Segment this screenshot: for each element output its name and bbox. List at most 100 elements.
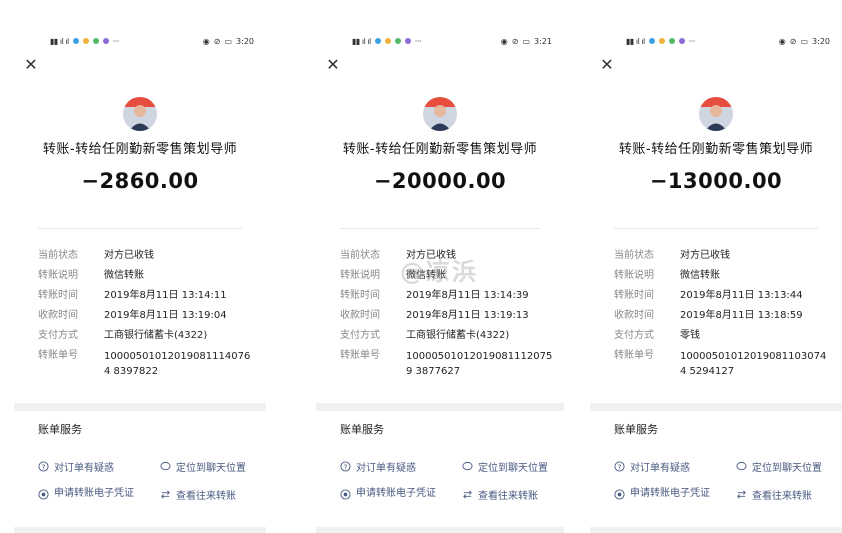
transfer-time-row: 转账时间 2019年8月11日 13:14:39 xyxy=(340,286,554,306)
chat-bubble-icon xyxy=(736,461,747,471)
app-icon xyxy=(658,38,665,44)
transfer-receipt-panel: ▮▮ ıl ıl ··· ◉ ⊘ ▭ 3:21 ✕ 转账-转给任刚勤新零售策划导… xyxy=(316,0,564,533)
transfer-history-link[interactable]: 查看往来转账 xyxy=(736,487,812,502)
transfer-history-link[interactable]: 查看往来转账 xyxy=(160,487,236,502)
note-label: 转账说明 xyxy=(38,270,78,281)
note-value: 微信转账 xyxy=(680,270,720,281)
more-icon: ··· xyxy=(688,36,696,46)
voucher-icon xyxy=(340,489,351,500)
order-inquiry-link[interactable]: ? 对订单有疑惑 xyxy=(340,459,416,474)
divider xyxy=(614,228,818,229)
transfer-id-row: 转账单号 100005010120190811120759 3877627 xyxy=(340,346,554,379)
detail-list: 当前状态 对方已收钱 转账说明 微信转账 转账时间 2019年8月11日 13:… xyxy=(38,246,256,379)
detail-list: 当前状态 对方已收钱 转账说明 微信转账 转账时间 2019年8月11日 13:… xyxy=(340,246,554,379)
transfer-time-row: 转账时间 2019年8月11日 13:13:44 xyxy=(614,286,832,306)
locate-chat-link[interactable]: 定位到聊天位置 xyxy=(160,459,246,474)
app-icon xyxy=(668,38,675,44)
status-row: 当前状态 对方已收钱 xyxy=(340,246,554,266)
transfer-history-link[interactable]: 查看往来转账 xyxy=(462,487,538,502)
receive-time-value: 2019年8月11日 13:19:04 xyxy=(104,310,227,321)
receive-time-label: 收款时间 xyxy=(340,310,380,321)
e-voucher-link[interactable]: 申请转账电子凭证 xyxy=(340,487,450,501)
eye-icon: ◉ xyxy=(778,36,786,46)
app-icon xyxy=(102,38,109,44)
status-icons-right: ◉ ⊘ ▭ 3:21 xyxy=(501,37,552,46)
mute-icon: ⊘ xyxy=(213,36,221,46)
transfer-title: 转账-转给任刚勤新零售策划导师 xyxy=(618,142,814,157)
e-voucher-label: 申请转账电子凭证 xyxy=(630,488,710,499)
clock: 3:20 xyxy=(236,36,254,46)
section-separator xyxy=(590,403,842,411)
locate-chat-link[interactable]: 定位到聊天位置 xyxy=(736,459,822,474)
transfer-id-row: 转账单号 100005010120190811140764 8397822 xyxy=(38,346,256,379)
receive-time-label: 收款时间 xyxy=(38,310,78,321)
divider xyxy=(340,228,540,229)
transfer-receipt-panel: ▮▮ ıl ıl ··· ◉ ⊘ ▭ 3:20 ✕ 转账-转给任刚勤新零售策划导… xyxy=(14,0,266,533)
transfer-receipt-panel: ▮▮ ıl ıl ··· ◉ ⊘ ▭ 3:20 ✕ 转账-转给任刚勤新零售策划导… xyxy=(590,0,842,533)
more-icon: ··· xyxy=(414,36,422,46)
swap-arrows-icon xyxy=(737,490,746,499)
payment-method-value: 工商银行储蓄卡(4322) xyxy=(406,330,510,341)
payment-method-row: 支付方式 工商银行储蓄卡(4322) xyxy=(38,326,256,346)
status-value: 对方已收钱 xyxy=(104,250,154,261)
bottom-separator xyxy=(14,527,266,533)
app-icon xyxy=(374,38,381,44)
signal-icon: ▮▮ ıl ıl xyxy=(352,36,371,46)
transfer-id-value: 100005010120190811140764 8397822 xyxy=(104,351,251,377)
status-bar: ▮▮ ıl ıl ··· ◉ ⊘ ▭ 3:20 xyxy=(626,35,830,47)
status-label: 当前状态 xyxy=(340,250,380,261)
e-voucher-label: 申请转账电子凭证 xyxy=(54,488,134,499)
transfer-history-label: 查看往来转账 xyxy=(176,491,236,502)
close-icon[interactable]: ✕ xyxy=(600,57,614,73)
receive-time-row: 收款时间 2019年8月11日 13:19:04 xyxy=(38,306,256,326)
transfer-amount: −13000.00 xyxy=(649,169,783,193)
eye-icon: ◉ xyxy=(500,36,508,46)
app-icon xyxy=(82,38,89,44)
divider xyxy=(38,228,242,229)
note-label: 转账说明 xyxy=(614,270,654,281)
app-icon xyxy=(92,38,99,44)
svg-text:?: ? xyxy=(42,462,46,471)
e-voucher-link[interactable]: 申请转账电子凭证 xyxy=(38,487,148,501)
more-icon: ··· xyxy=(112,36,120,46)
status-bar: ▮▮ ıl ıl ··· ◉ ⊘ ▭ 3:20 xyxy=(50,35,254,47)
transfer-time-value: 2019年8月11日 13:14:11 xyxy=(104,290,227,301)
payment-method-label: 支付方式 xyxy=(614,330,654,341)
services-title: 账单服务 xyxy=(38,423,82,436)
transfer-id-row: 转账单号 100005010120190811030744 5294127 xyxy=(614,346,832,379)
transfer-title: 转账-转给任刚勤新零售策划导师 xyxy=(42,142,238,157)
app-icon xyxy=(648,38,655,44)
order-inquiry-link[interactable]: ? 对订单有疑惑 xyxy=(38,459,114,474)
section-separator xyxy=(14,403,266,411)
mute-icon: ⊘ xyxy=(789,36,797,46)
detail-list: 当前状态 对方已收钱 转账说明 微信转账 转账时间 2019年8月11日 13:… xyxy=(614,246,832,379)
transfer-amount: −2860.00 xyxy=(81,169,199,193)
question-icon: ? xyxy=(340,461,351,472)
transfer-time-value: 2019年8月11日 13:13:44 xyxy=(680,290,803,301)
status-value: 对方已收钱 xyxy=(406,250,456,261)
payment-method-label: 支付方式 xyxy=(340,330,380,341)
chat-bubble-icon xyxy=(462,461,473,471)
status-value: 对方已收钱 xyxy=(680,250,730,261)
close-icon[interactable]: ✕ xyxy=(326,57,340,73)
note-label: 转账说明 xyxy=(340,270,380,281)
locate-chat-link[interactable]: 定位到聊天位置 xyxy=(462,459,548,474)
e-voucher-label: 申请转账电子凭证 xyxy=(356,488,436,499)
payment-method-value: 零钱 xyxy=(680,330,700,341)
avatar xyxy=(123,97,157,131)
status-icons-right: ◉ ⊘ ▭ 3:20 xyxy=(203,37,254,46)
receive-time-row: 收款时间 2019年8月11日 13:18:59 xyxy=(614,306,832,326)
close-icon[interactable]: ✕ xyxy=(24,57,38,73)
avatar xyxy=(699,97,733,131)
signal-icon: ▮▮ ıl ıl xyxy=(626,36,645,46)
battery-icon: ▭ xyxy=(800,36,809,46)
app-icon xyxy=(678,38,685,44)
avatar xyxy=(423,97,457,131)
eye-icon: ◉ xyxy=(202,36,210,46)
transfer-time-row: 转账时间 2019年8月11日 13:14:11 xyxy=(38,286,256,306)
note-value: 微信转账 xyxy=(406,270,446,281)
order-inquiry-link[interactable]: ? 对订单有疑惑 xyxy=(614,459,690,474)
e-voucher-link[interactable]: 申请转账电子凭证 xyxy=(614,487,724,501)
app-icon xyxy=(404,38,411,44)
transfer-history-label: 查看往来转账 xyxy=(478,491,538,502)
